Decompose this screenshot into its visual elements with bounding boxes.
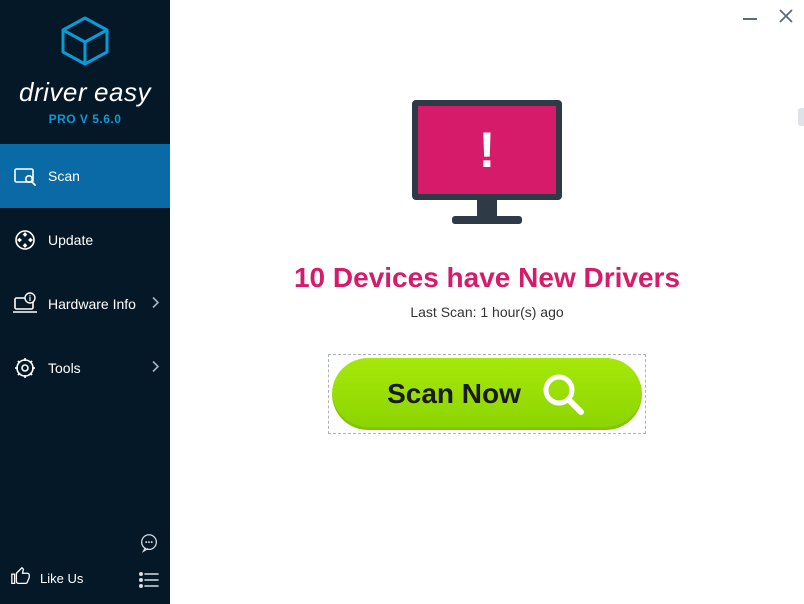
- chevron-right-icon: [152, 361, 160, 376]
- sidebar-item-label: Scan: [48, 168, 80, 184]
- like-us-button[interactable]: Like Us: [10, 565, 83, 592]
- close-button[interactable]: [774, 4, 798, 28]
- brand-cube-icon: [57, 14, 113, 73]
- update-icon: [12, 228, 38, 252]
- minimize-button[interactable]: [738, 4, 762, 28]
- brand-word-2: easy: [94, 77, 151, 107]
- sidebar-bottom: Like Us: [0, 526, 170, 604]
- thumbs-up-icon: [10, 565, 32, 592]
- sidebar-item-scan[interactable]: Scan: [0, 144, 170, 208]
- edge-sliver: [798, 108, 804, 126]
- app-window: driver easy PRO V 5.6.0 Scan: [0, 0, 804, 604]
- main-panel: ! 10 Devices have New Drivers Last Scan:…: [170, 0, 804, 604]
- sidebar: driver easy PRO V 5.6.0 Scan: [0, 0, 170, 604]
- brand-name: driver easy: [0, 77, 170, 108]
- last-scan-label: Last Scan: 1 hour(s) ago: [410, 304, 563, 320]
- logo-area: driver easy PRO V 5.6.0: [0, 0, 170, 134]
- sidebar-item-label: Tools: [48, 360, 81, 376]
- like-us-label: Like Us: [40, 571, 83, 586]
- hardware-info-icon: i: [12, 292, 38, 316]
- chevron-right-icon: [152, 297, 160, 312]
- sidebar-item-tools[interactable]: Tools: [0, 336, 170, 400]
- brand-word-1: driver: [19, 77, 87, 107]
- scan-now-button[interactable]: Scan Now: [332, 358, 642, 430]
- scan-icon: [12, 164, 38, 188]
- tools-icon: [12, 356, 38, 380]
- scan-button-focus-ring: Scan Now: [328, 354, 646, 434]
- scan-now-label: Scan Now: [387, 378, 521, 410]
- sidebar-item-label: Update: [48, 232, 93, 248]
- status-headline: 10 Devices have New Drivers: [294, 262, 680, 294]
- alert-glyph: !: [479, 121, 496, 179]
- feedback-icon[interactable]: [138, 532, 160, 559]
- menu-icon[interactable]: [138, 571, 160, 594]
- svg-text:i: i: [29, 294, 31, 303]
- version-label: PRO V 5.6.0: [0, 112, 170, 126]
- sidebar-item-hardware-info[interactable]: i Hardware Info: [0, 272, 170, 336]
- sidebar-item-update[interactable]: Update: [0, 208, 170, 272]
- magnifier-icon: [539, 370, 587, 418]
- main-content: ! 10 Devices have New Drivers Last Scan:…: [170, 0, 804, 604]
- sidebar-item-label: Hardware Info: [48, 296, 136, 312]
- window-controls: [738, 4, 798, 28]
- alert-monitor-icon: !: [412, 100, 562, 240]
